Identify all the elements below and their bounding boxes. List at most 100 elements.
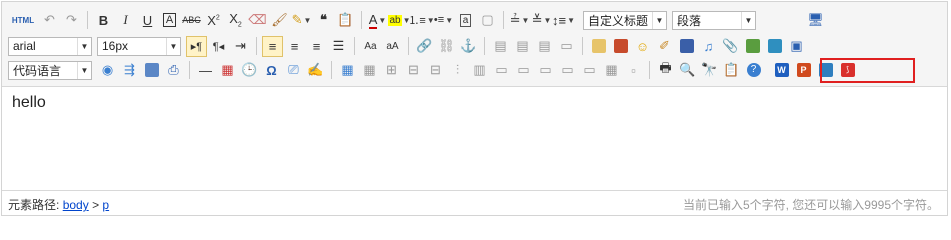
charts-icon[interactable]: ▫ bbox=[623, 60, 644, 81]
delete-col-icon[interactable]: ▥ bbox=[469, 60, 490, 81]
indent-icon[interactable]: ⇥ bbox=[230, 36, 251, 57]
undo-icon[interactable]: ↶ bbox=[39, 10, 60, 31]
select-all-icon[interactable]: a bbox=[455, 10, 476, 31]
chevron-down-icon: ▼ bbox=[741, 11, 755, 29]
delete-row-icon[interactable]: ⊟ bbox=[425, 60, 446, 81]
rtl-direction-icon[interactable]: ¶◂ bbox=[208, 36, 229, 57]
bold-button[interactable]: B bbox=[93, 10, 114, 31]
toolbar-divider bbox=[582, 37, 583, 55]
background-color-icon[interactable]: ab ▼ bbox=[388, 10, 411, 31]
redo-icon[interactable]: ↷ bbox=[61, 10, 82, 31]
edit-tip-icon[interactable]: ✍ bbox=[305, 60, 326, 81]
image-right-icon[interactable]: ▤ bbox=[534, 36, 555, 57]
emotion-icon[interactable]: ☺ bbox=[632, 36, 653, 57]
path-link-p[interactable]: p bbox=[102, 198, 109, 212]
image-left-icon[interactable]: ▤ bbox=[512, 36, 533, 57]
auto-format-icon[interactable]: ✎ ▼ bbox=[291, 10, 312, 31]
superscript-button[interactable]: X2 bbox=[203, 10, 224, 31]
attachment-icon[interactable]: 📎 bbox=[720, 36, 741, 57]
time-icon[interactable]: 🕒 bbox=[239, 60, 260, 81]
wordimage-icon[interactable]: ⎙ bbox=[163, 60, 184, 81]
link-icon[interactable]: 🔗 bbox=[414, 36, 435, 57]
strikethrough-button[interactable]: ABC bbox=[181, 10, 202, 31]
anchor-icon[interactable]: ⚓ bbox=[458, 36, 479, 57]
fullscreen-icon[interactable]: 🖥 bbox=[805, 10, 826, 31]
import-word-icon[interactable]: W bbox=[771, 60, 792, 81]
insert-col-icon[interactable]: ⫶ bbox=[447, 60, 468, 81]
insert-video-icon[interactable] bbox=[676, 36, 697, 57]
underline-button[interactable]: U bbox=[137, 10, 158, 31]
preview-icon[interactable]: 🔍 bbox=[677, 60, 698, 81]
search-replace-icon[interactable]: 🔭 bbox=[699, 60, 720, 81]
format-painter-icon[interactable]: 🖌 bbox=[269, 10, 290, 31]
insert-table-icon[interactable]: ▦ bbox=[337, 60, 358, 81]
blockquote-icon[interactable]: ❝ bbox=[313, 10, 334, 31]
google-map-icon[interactable] bbox=[764, 36, 785, 57]
simple-upload-icon[interactable] bbox=[588, 36, 609, 57]
insert-row-icon[interactable]: ⊟ bbox=[403, 60, 424, 81]
toolbar-divider bbox=[408, 37, 409, 55]
merge-cells-icon[interactable]: ▭ bbox=[491, 60, 512, 81]
drafts-icon[interactable]: 📋 bbox=[721, 60, 742, 81]
font-size-select[interactable]: 16px ▼ bbox=[97, 36, 181, 56]
html-source-button[interactable]: HTML bbox=[8, 10, 38, 31]
image-none-icon[interactable]: ▤ bbox=[490, 36, 511, 57]
unordered-list-icon[interactable]: •≡ ▼ bbox=[433, 10, 454, 31]
to-lowercase-icon[interactable]: aA bbox=[382, 36, 403, 57]
row-spacing-top-icon[interactable]: ≟ ▼ bbox=[509, 10, 530, 31]
align-center-icon[interactable]: ≡ bbox=[284, 36, 305, 57]
code-language-select[interactable]: 代码语言 ▼ bbox=[8, 60, 92, 80]
insert-image-icon[interactable] bbox=[610, 36, 631, 57]
image-center-icon[interactable]: ▭ bbox=[556, 36, 577, 57]
delete-table-icon[interactable]: ▦ bbox=[359, 60, 380, 81]
eraser-icon[interactable]: ⌫ bbox=[247, 10, 268, 31]
insert-paragraph-before-table-icon[interactable]: ⊞ bbox=[381, 60, 402, 81]
font-color-icon[interactable]: A ▼ bbox=[367, 10, 388, 31]
split-rows-icon[interactable]: ▭ bbox=[579, 60, 600, 81]
ltr-direction-icon[interactable]: ▸¶ bbox=[186, 35, 207, 57]
template-icon[interactable]: ⇶ bbox=[119, 60, 140, 81]
chevron-down-icon: ▼ bbox=[652, 11, 666, 29]
align-left-icon[interactable]: ≡ bbox=[262, 35, 283, 57]
font-family-select[interactable]: arial ▼ bbox=[8, 36, 92, 56]
element-path: 元素路径: body > p bbox=[8, 196, 109, 213]
clear-doc-icon[interactable]: ▢ bbox=[477, 10, 498, 31]
date-icon[interactable]: ▦ bbox=[217, 60, 238, 81]
editor-content[interactable]: hello bbox=[12, 94, 46, 112]
map-icon[interactable] bbox=[742, 36, 763, 57]
horizontal-rule-icon[interactable]: — bbox=[195, 60, 216, 81]
toolbar-divider bbox=[354, 37, 355, 55]
print-icon[interactable]: 🖶 bbox=[655, 60, 676, 81]
editor-toolbar: HTML ↶ ↷ B I U A ABC X2 X2 ⌫ 🖌 ✎ ▼ ❝ 📋 A ▼… bbox=[2, 2, 947, 87]
special-char-icon[interactable]: Ω bbox=[261, 60, 282, 81]
split-cols-icon[interactable]: ▦ bbox=[601, 60, 622, 81]
line-height-icon[interactable]: ↕≡ ▼ bbox=[552, 10, 575, 31]
font-border-button[interactable]: A bbox=[159, 10, 180, 31]
toolbar-divider bbox=[649, 61, 650, 79]
help-icon[interactable]: ? bbox=[743, 60, 764, 81]
scrawl-icon[interactable]: ✐ bbox=[654, 36, 675, 57]
to-uppercase-icon[interactable]: Aa bbox=[360, 36, 381, 57]
merge-down-icon[interactable]: ▭ bbox=[535, 60, 556, 81]
ordered-list-icon[interactable]: ⒈≡ ▼ bbox=[408, 10, 434, 31]
align-justify-icon[interactable]: ☰ bbox=[328, 36, 349, 57]
row-spacing-bottom-icon[interactable]: ≚ ▼ bbox=[531, 10, 552, 31]
import-ppt-icon[interactable]: P bbox=[793, 60, 814, 81]
snapscreen-icon[interactable]: ⎚ bbox=[283, 60, 304, 81]
paragraph-format-select[interactable]: 段落 ▼ bbox=[672, 10, 756, 30]
page-break-icon[interactable]: ◉ bbox=[97, 60, 118, 81]
music-icon[interactable]: ♫ bbox=[698, 36, 719, 57]
path-link-body[interactable]: body bbox=[63, 198, 89, 212]
italic-button[interactable]: I bbox=[115, 10, 136, 31]
background-icon[interactable] bbox=[141, 60, 162, 81]
custom-heading-select[interactable]: 自定义标题 ▼ bbox=[583, 10, 667, 30]
unlink-icon[interactable]: ⛓ bbox=[436, 36, 457, 57]
merge-right-icon[interactable]: ▭ bbox=[513, 60, 534, 81]
insert-frame-icon[interactable]: ▣ bbox=[786, 36, 807, 57]
element-path-label: 元素路径: bbox=[8, 198, 60, 212]
subscript-button[interactable]: X2 bbox=[225, 10, 246, 31]
split-cells-icon[interactable]: ▭ bbox=[557, 60, 578, 81]
paste-plain-icon[interactable]: 📋 bbox=[335, 10, 356, 31]
align-right-icon[interactable]: ≡ bbox=[306, 36, 327, 57]
toolbar-divider bbox=[361, 11, 362, 29]
